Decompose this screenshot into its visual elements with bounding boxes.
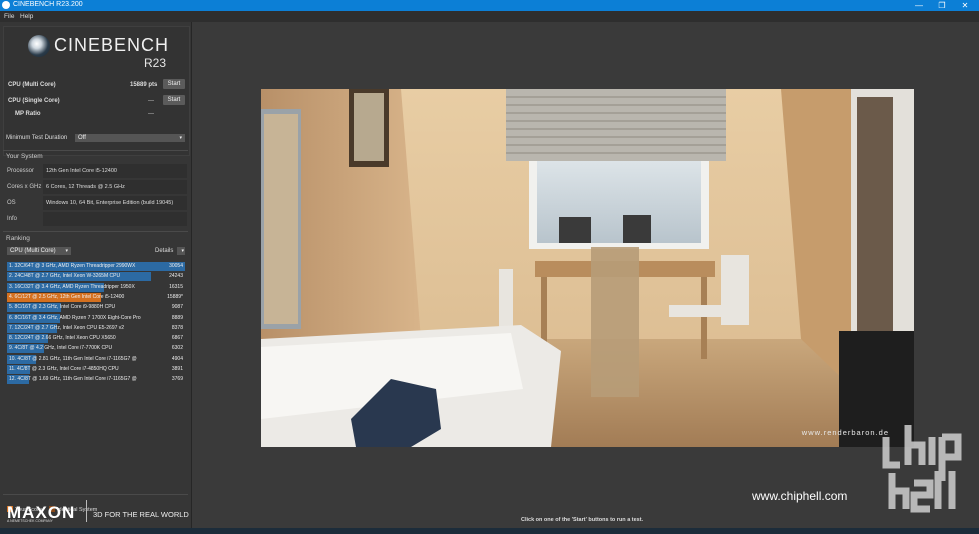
status-text: Click on one of the 'Start' buttons to r… [521, 517, 644, 523]
ranking-label: 8. 12C/24T @ 2.66 GHz, Intel Xeon CPU X5… [9, 335, 116, 342]
ranking-score: 8378 [171, 324, 183, 331]
render-viewport: www.renderbaron.de [261, 89, 914, 447]
branding-divider [86, 500, 87, 522]
site-watermark: www.chiphell.com [752, 489, 848, 503]
chevron-down-icon: ▾ [179, 135, 182, 141]
title-bar: CINEBENCH R23.200 — ❐ ✕ [0, 0, 979, 11]
ranking-score: 9087 [171, 304, 183, 311]
ranking-label: 11. 4C/8T @ 2.3 GHz, Intel Core i7-4850H… [9, 366, 119, 372]
system-row-os: OS Windows 10, 64 Bit, Enterprise Editio… [3, 196, 188, 210]
ranking-type-select[interactable]: CPU (Multi Core) ▾ [7, 247, 71, 255]
chevron-down-icon: ▾ [181, 248, 184, 254]
system-title: Your System [6, 153, 43, 160]
panel-separator [191, 22, 192, 528]
duration-label: Minimum Test Duration [6, 135, 68, 141]
ranking-score: 24243 [169, 273, 183, 280]
ranking-label: 9. 4C/8T @ 4.2 GHz, Intel Core i7-7700K … [9, 345, 113, 352]
divider [3, 231, 188, 232]
system-row-cores: Cores x GHz 6 Cores, 12 Threads @ 2.5 GH… [3, 180, 188, 194]
mp-ratio-label: MP Ratio [15, 111, 41, 117]
window-title: CINEBENCH R23.200 [13, 1, 83, 8]
ranking-score: 16315 [169, 283, 183, 290]
ranking-label: 6. 8C/16T @ 3.4 GHz, AMD Ryzen 7 1700X E… [9, 314, 141, 321]
test-single-score: --- [148, 98, 154, 104]
chiphell-logo-icon [882, 425, 962, 513]
details-link[interactable]: Details [155, 248, 173, 254]
logo-name: CINEBENCH [54, 35, 170, 55]
system-row-processor: Processor 12th Gen Intel Core i5-12400 [3, 164, 188, 178]
mp-ratio-value: --- [148, 111, 154, 117]
ranking-row[interactable]: 4. 6C/12T @ 2.5 GHz, 12th Gen Intel Core… [7, 292, 185, 302]
ranking-row[interactable]: 1. 32C/64T @ 3 GHz, AMD Ryzen Threadripp… [7, 262, 185, 271]
ranking-row[interactable]: 7. 12C/24T @ 2.7 GHz, Intel Xeon CPU E5-… [7, 323, 185, 333]
system-row-info: Info [3, 212, 188, 226]
divider [3, 494, 188, 495]
ranking-row[interactable]: 2. 24C/48T @ 2.7 GHz, Intel Xeon W-3265M… [7, 272, 185, 282]
ranking-score: 30054 [169, 263, 183, 269]
ranking-row[interactable]: 5. 8C/16T @ 2.3 GHz, Intel Core i9-9880H… [7, 303, 185, 313]
cinebench-logo-icon [28, 35, 50, 57]
ranking-label: 3. 16C/32T @ 3.4 GHz, AMD Ryzen Threadri… [9, 283, 135, 290]
ranking-row[interactable]: 6. 8C/16T @ 3.4 GHz, AMD Ryzen 7 1700X E… [7, 313, 185, 323]
ranking-label: 12. 4C/8T @ 1.69 GHz, 11th Gen Intel Cor… [9, 376, 137, 383]
ranking-row[interactable]: 10. 4C/8T @ 2.81 GHz, 11th Gen Intel Cor… [7, 354, 185, 364]
ranking-label: 4. 6C/12T @ 2.5 GHz, 12th Gen Intel Core… [9, 293, 125, 300]
maxon-tagline: 3D FOR THE REAL WORLD [93, 510, 189, 519]
ranking-label: 2. 24C/48T @ 2.7 GHz, Intel Xeon W-3265M… [9, 273, 121, 280]
room-render-image: www.renderbaron.de [261, 89, 914, 447]
logo-version: R23 [144, 56, 167, 70]
app-icon [2, 1, 10, 9]
ranking-score: 15889* [167, 293, 183, 300]
close-button[interactable]: ✕ [950, 0, 979, 11]
maxon-subtitle: A NEMETSCHEK COMPANY [7, 519, 53, 523]
start-single-button[interactable]: Start [163, 95, 185, 105]
chevron-down-icon: ▾ [65, 248, 68, 254]
ranking-label: 1. 32C/64T @ 3 GHz, AMD Ryzen Threadripp… [9, 263, 136, 269]
ranking-row[interactable]: 11. 4C/8T @ 2.3 GHz, Intel Core i7-4850H… [7, 365, 185, 374]
ranking-score: 4904 [171, 355, 183, 362]
ranking-score: 8889 [171, 314, 183, 321]
test-multi-score: 15889 pts [130, 82, 158, 88]
test-multi-label: CPU (Multi Core) [8, 82, 56, 88]
ranking-row[interactable]: 8. 12C/24T @ 2.66 GHz, Intel Xeon CPU X5… [7, 334, 185, 344]
ranking-score: 3891 [171, 366, 183, 372]
menu-file[interactable]: File [4, 13, 14, 20]
ranking-label: 7. 12C/24T @ 2.7 GHz, Intel Xeon CPU E5-… [9, 324, 125, 331]
render-watermark: www.renderbaron.de [801, 428, 889, 437]
ranking-label: 10. 4C/8T @ 2.81 GHz, 11th Gen Intel Cor… [9, 355, 137, 362]
ranking-row[interactable]: 12. 4C/8T @ 1.69 GHz, 11th Gen Intel Cor… [7, 375, 185, 385]
start-multi-button[interactable]: Start [163, 79, 185, 89]
ranking-score: 6867 [171, 335, 183, 342]
left-panel: CINEBENCH R23 CPU (Multi Core) 15889 pts… [0, 22, 192, 528]
ranking-title: Ranking [6, 235, 30, 242]
ranking-type-value: CPU (Multi Core) [10, 248, 56, 254]
test-single-label: CPU (Single Core) [8, 98, 60, 104]
taskbar [0, 528, 979, 534]
info-field[interactable] [43, 212, 187, 226]
menu-bar: File Help [0, 11, 979, 22]
divider [3, 150, 188, 151]
menu-help[interactable]: Help [20, 13, 33, 20]
ranking-score: 3769 [171, 376, 183, 383]
ranking-score: 6302 [171, 345, 183, 352]
duration-value: Off [78, 135, 86, 141]
ranking-row[interactable]: 3. 16C/32T @ 3.4 GHz, AMD Ryzen Threadri… [7, 282, 185, 292]
duration-select[interactable]: Off ▾ [75, 134, 185, 142]
ranking-label: 5. 8C/16T @ 2.3 GHz, Intel Core i9-9880H… [9, 304, 116, 311]
details-toggle[interactable]: ▾ [177, 247, 185, 255]
ranking-row[interactable]: 9. 4C/8T @ 4.2 GHz, Intel Core i7-7700K … [7, 344, 185, 354]
